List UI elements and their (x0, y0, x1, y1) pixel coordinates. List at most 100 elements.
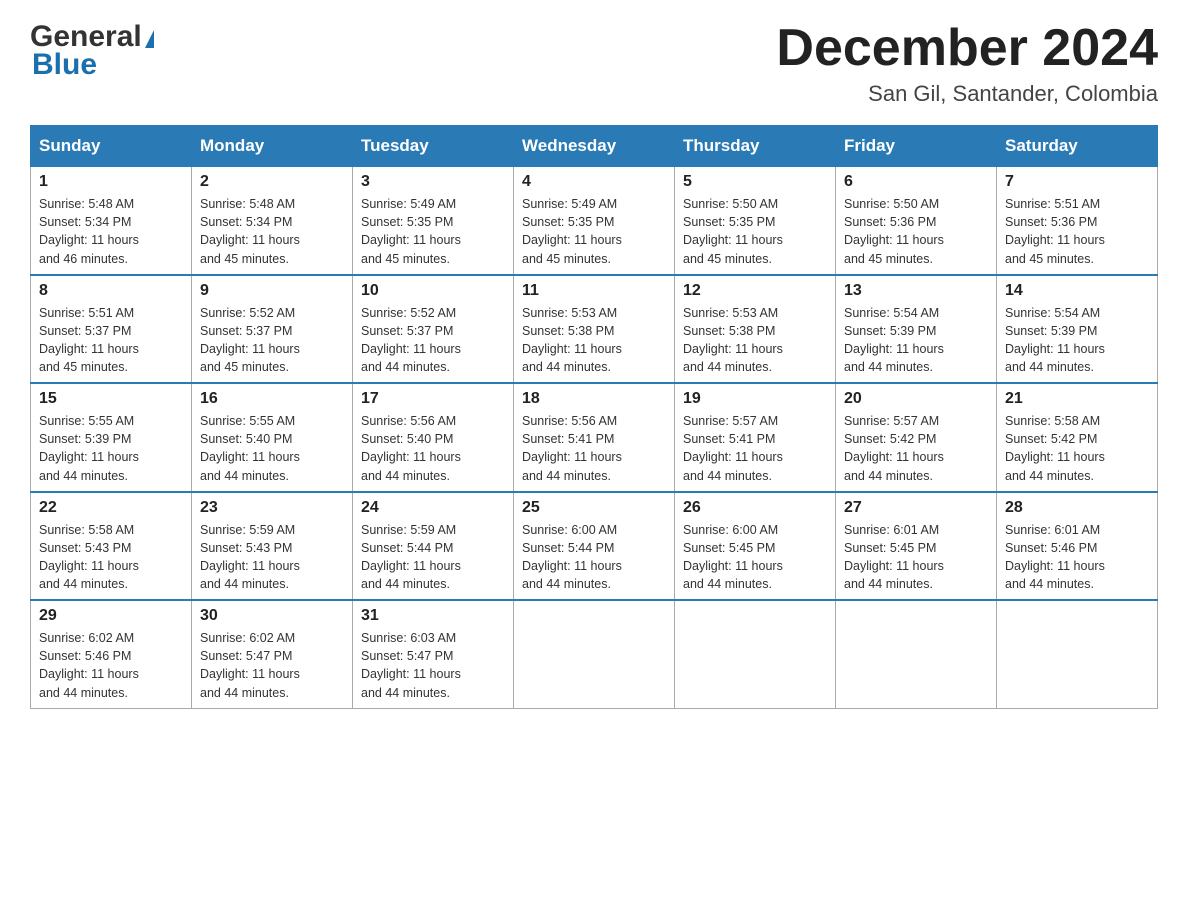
day-info: Sunrise: 5:55 AMSunset: 5:39 PMDaylight:… (39, 412, 183, 485)
day-number: 31 (361, 607, 505, 625)
day-info: Sunrise: 5:48 AMSunset: 5:34 PMDaylight:… (200, 195, 344, 268)
calendar-cell: 4 Sunrise: 5:49 AMSunset: 5:35 PMDaylight… (514, 167, 675, 275)
day-number: 3 (361, 173, 505, 191)
day-number: 18 (522, 390, 666, 408)
day-info: Sunrise: 5:54 AMSunset: 5:39 PMDaylight:… (1005, 304, 1149, 377)
day-number: 15 (39, 390, 183, 408)
day-number: 11 (522, 282, 666, 300)
day-info: Sunrise: 6:02 AMSunset: 5:47 PMDaylight:… (200, 629, 344, 702)
day-info: Sunrise: 5:54 AMSunset: 5:39 PMDaylight:… (844, 304, 988, 377)
day-number: 30 (200, 607, 344, 625)
calendar-cell: 26 Sunrise: 6:00 AMSunset: 5:45 PMDayligh… (675, 492, 836, 601)
day-info: Sunrise: 5:48 AMSunset: 5:34 PMDaylight:… (39, 195, 183, 268)
calendar-cell: 7 Sunrise: 5:51 AMSunset: 5:36 PMDaylight… (997, 167, 1158, 275)
day-number: 5 (683, 173, 827, 191)
day-number: 4 (522, 173, 666, 191)
calendar-cell: 9 Sunrise: 5:52 AMSunset: 5:37 PMDaylight… (192, 275, 353, 384)
calendar-cell: 10 Sunrise: 5:52 AMSunset: 5:37 PMDayligh… (353, 275, 514, 384)
day-number: 23 (200, 499, 344, 517)
day-info: Sunrise: 5:58 AMSunset: 5:42 PMDaylight:… (1005, 412, 1149, 485)
calendar-cell (836, 600, 997, 708)
logo-area: General Blue (30, 20, 154, 82)
calendar-cell: 27 Sunrise: 6:01 AMSunset: 5:45 PMDayligh… (836, 492, 997, 601)
calendar-cell: 2 Sunrise: 5:48 AMSunset: 5:34 PMDaylight… (192, 167, 353, 275)
calendar-cell: 16 Sunrise: 5:55 AMSunset: 5:40 PMDayligh… (192, 383, 353, 492)
day-info: Sunrise: 5:56 AMSunset: 5:41 PMDaylight:… (522, 412, 666, 485)
calendar-header-row: SundayMondayTuesdayWednesdayThursdayFrid… (31, 126, 1158, 167)
day-info: Sunrise: 5:53 AMSunset: 5:38 PMDaylight:… (522, 304, 666, 377)
day-info: Sunrise: 5:53 AMSunset: 5:38 PMDaylight:… (683, 304, 827, 377)
day-number: 10 (361, 282, 505, 300)
calendar-cell (997, 600, 1158, 708)
day-number: 9 (200, 282, 344, 300)
day-number: 16 (200, 390, 344, 408)
day-number: 6 (844, 173, 988, 191)
calendar-header-wednesday: Wednesday (514, 126, 675, 167)
calendar-cell: 18 Sunrise: 5:56 AMSunset: 5:41 PMDayligh… (514, 383, 675, 492)
day-number: 12 (683, 282, 827, 300)
calendar-cell: 30 Sunrise: 6:02 AMSunset: 5:47 PMDayligh… (192, 600, 353, 708)
location-title: San Gil, Santander, Colombia (776, 81, 1158, 107)
calendar-cell: 19 Sunrise: 5:57 AMSunset: 5:41 PMDayligh… (675, 383, 836, 492)
logo-blue-text: Blue (32, 48, 154, 82)
calendar-cell: 1 Sunrise: 5:48 AMSunset: 5:34 PMDaylight… (31, 167, 192, 275)
calendar-week-row: 15 Sunrise: 5:55 AMSunset: 5:39 PMDayligh… (31, 383, 1158, 492)
day-number: 28 (1005, 499, 1149, 517)
day-info: Sunrise: 5:59 AMSunset: 5:44 PMDaylight:… (361, 521, 505, 594)
calendar-cell: 14 Sunrise: 5:54 AMSunset: 5:39 PMDayligh… (997, 275, 1158, 384)
calendar-header-friday: Friday (836, 126, 997, 167)
day-info: Sunrise: 5:56 AMSunset: 5:40 PMDaylight:… (361, 412, 505, 485)
calendar-cell: 31 Sunrise: 6:03 AMSunset: 5:47 PMDayligh… (353, 600, 514, 708)
day-number: 19 (683, 390, 827, 408)
day-info: Sunrise: 5:57 AMSunset: 5:42 PMDaylight:… (844, 412, 988, 485)
day-number: 8 (39, 282, 183, 300)
calendar-cell: 20 Sunrise: 5:57 AMSunset: 5:42 PMDayligh… (836, 383, 997, 492)
month-title: December 2024 (776, 20, 1158, 77)
logo-triangle-icon (145, 30, 154, 48)
day-info: Sunrise: 5:50 AMSunset: 5:35 PMDaylight:… (683, 195, 827, 268)
calendar-week-row: 29 Sunrise: 6:02 AMSunset: 5:46 PMDayligh… (31, 600, 1158, 708)
day-info: Sunrise: 5:51 AMSunset: 5:36 PMDaylight:… (1005, 195, 1149, 268)
day-number: 24 (361, 499, 505, 517)
calendar-cell: 17 Sunrise: 5:56 AMSunset: 5:40 PMDayligh… (353, 383, 514, 492)
day-info: Sunrise: 6:02 AMSunset: 5:46 PMDaylight:… (39, 629, 183, 702)
calendar-week-row: 8Sunrise: 5:51 AMSunset: 5:37 PMDaylight… (31, 275, 1158, 384)
day-info: Sunrise: 5:50 AMSunset: 5:36 PMDaylight:… (844, 195, 988, 268)
calendar-cell: 28Sunrise: 6:01 AMSunset: 5:46 PMDayligh… (997, 492, 1158, 601)
day-number: 27 (844, 499, 988, 517)
day-number: 2 (200, 173, 344, 191)
day-number: 29 (39, 607, 183, 625)
calendar-cell: 24 Sunrise: 5:59 AMSunset: 5:44 PMDayligh… (353, 492, 514, 601)
page-header: General Blue December 2024 San Gil, Sant… (30, 20, 1158, 107)
day-number: 20 (844, 390, 988, 408)
day-number: 25 (522, 499, 666, 517)
day-info: Sunrise: 6:00 AMSunset: 5:45 PMDaylight:… (683, 521, 827, 594)
day-info: Sunrise: 6:00 AMSunset: 5:44 PMDaylight:… (522, 521, 666, 594)
day-number: 26 (683, 499, 827, 517)
day-info: Sunrise: 5:52 AMSunset: 5:37 PMDaylight:… (200, 304, 344, 377)
day-info: Sunrise: 5:55 AMSunset: 5:40 PMDaylight:… (200, 412, 344, 485)
day-info: Sunrise: 5:52 AMSunset: 5:37 PMDaylight:… (361, 304, 505, 377)
calendar-cell: 21 Sunrise: 5:58 AMSunset: 5:42 PMDayligh… (997, 383, 1158, 492)
day-info: Sunrise: 5:49 AMSunset: 5:35 PMDaylight:… (522, 195, 666, 268)
day-info: Sunrise: 5:57 AMSunset: 5:41 PMDaylight:… (683, 412, 827, 485)
day-number: 21 (1005, 390, 1149, 408)
day-info: Sunrise: 5:58 AMSunset: 5:43 PMDaylight:… (39, 521, 183, 594)
calendar-cell: 15 Sunrise: 5:55 AMSunset: 5:39 PMDayligh… (31, 383, 192, 492)
day-number: 14 (1005, 282, 1149, 300)
day-number: 13 (844, 282, 988, 300)
day-info: Sunrise: 5:59 AMSunset: 5:43 PMDaylight:… (200, 521, 344, 594)
calendar-cell: 25 Sunrise: 6:00 AMSunset: 5:44 PMDayligh… (514, 492, 675, 601)
calendar-cell (514, 600, 675, 708)
day-number: 1 (39, 173, 183, 191)
calendar-table: SundayMondayTuesdayWednesdayThursdayFrid… (30, 125, 1158, 709)
calendar-header-monday: Monday (192, 126, 353, 167)
day-info: Sunrise: 6:01 AMSunset: 5:45 PMDaylight:… (844, 521, 988, 594)
calendar-header-tuesday: Tuesday (353, 126, 514, 167)
calendar-cell (675, 600, 836, 708)
calendar-week-row: 1 Sunrise: 5:48 AMSunset: 5:34 PMDaylight… (31, 167, 1158, 275)
day-number: 7 (1005, 173, 1149, 191)
day-number: 17 (361, 390, 505, 408)
day-info: Sunrise: 6:03 AMSunset: 5:47 PMDaylight:… (361, 629, 505, 702)
calendar-week-row: 22Sunrise: 5:58 AMSunset: 5:43 PMDayligh… (31, 492, 1158, 601)
